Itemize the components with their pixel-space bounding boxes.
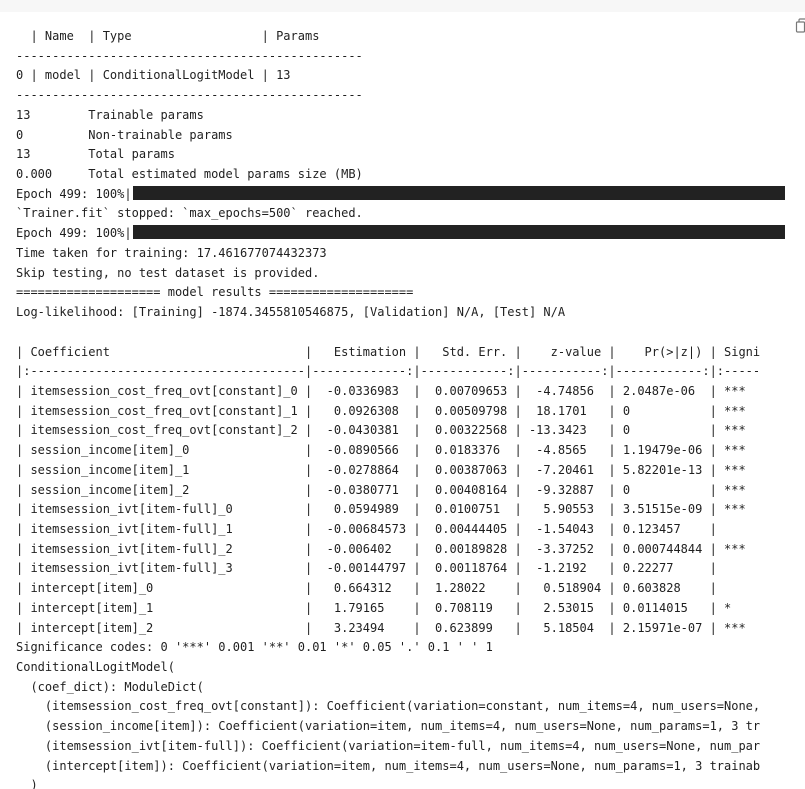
table-row: | itemsession_ivt[item-full]_0 | 0.05949… <box>16 502 746 517</box>
output-line: 13 Trainable params <box>16 107 204 122</box>
progress-line: Epoch 499: 100%| <box>16 185 805 205</box>
progress-label: Epoch 499: 100%| <box>16 226 132 241</box>
output-line: (session_income[item]): Coefficient(vari… <box>16 719 761 734</box>
output-line: (intercept[item]): Coefficient(variation… <box>16 758 761 773</box>
output-text: | Name | Type | Params ------------------… <box>0 12 805 789</box>
fit-message: `Trainer.fit` stopped: `max_epochs=500` … <box>16 206 363 221</box>
table-row: | itemsession_cost_freq_ovt[constant]_0 … <box>16 383 746 398</box>
output-line: 0 Non-trainable params <box>16 127 233 142</box>
copy-icon[interactable] <box>795 18 805 34</box>
table-separator: |:--------------------------------------… <box>16 364 761 379</box>
output-line: Skip testing, no test dataset is provide… <box>16 265 320 280</box>
table-row: | intercept[item]_2 | 3.23494 | 0.623899… <box>16 620 746 635</box>
table-row: | session_income[item]_1 | -0.0278864 | … <box>16 462 746 477</box>
table-row: | itemsession_cost_freq_ovt[constant]_2 … <box>16 423 746 438</box>
output-line: 0 | model | ConditionalLogitModel | 13 <box>16 68 291 83</box>
output-line: Log-likelihood: [Training] -1874.3455810… <box>16 305 566 320</box>
output-line: 0.000 Total estimated model params size … <box>16 167 363 182</box>
table-row: | intercept[item]_0 | 0.664312 | 1.28022… <box>16 581 717 596</box>
output-line: ----------------------------------------… <box>16 88 363 103</box>
table-row: | itemsession_ivt[item-full]_1 | -0.0068… <box>16 521 717 536</box>
table-row: | itemsession_ivt[item-full]_2 | -0.0064… <box>16 541 746 556</box>
progress-bar <box>132 225 785 240</box>
table-row: | session_income[item]_2 | -0.0380771 | … <box>16 482 746 497</box>
table-row: | session_income[item]_0 | -0.0890566 | … <box>16 443 746 458</box>
output-line: 13 Total params <box>16 147 175 162</box>
output-line: (itemsession_ivt[item-full]): Coefficien… <box>16 738 761 753</box>
output-line: ----------------------------------------… <box>16 48 363 63</box>
cell-output: | Name | Type | Params ------------------… <box>0 12 805 789</box>
output-line: (itemsession_cost_freq_ovt[constant]): C… <box>16 699 761 714</box>
output-line: ConditionalLogitModel( <box>16 660 175 674</box>
output-line: Time taken for training: 17.461677074432… <box>16 245 327 260</box>
output-line: (coef_dict): ModuleDict( <box>16 679 204 694</box>
progress-bar <box>132 185 785 200</box>
progress-line: Epoch 499: 100%| <box>16 224 805 244</box>
output-line: | Name | Type | Params <box>16 29 320 43</box>
output-line: ) <box>16 778 38 789</box>
progress-label: Epoch 499: 100%| <box>16 186 132 201</box>
table-header: | Coefficient | Estimation | Std. Err. |… <box>16 344 761 359</box>
top-bar <box>0 0 805 12</box>
table-row: | itemsession_cost_freq_ovt[constant]_1 … <box>16 403 746 418</box>
output-line: ==================== model results =====… <box>16 285 414 300</box>
table-row: | itemsession_ivt[item-full]_3 | -0.0014… <box>16 561 717 576</box>
significance-codes: Significance codes: 0 '***' 0.001 '**' 0… <box>16 640 493 655</box>
table-row: | intercept[item]_1 | 1.79165 | 0.708119… <box>16 600 732 615</box>
